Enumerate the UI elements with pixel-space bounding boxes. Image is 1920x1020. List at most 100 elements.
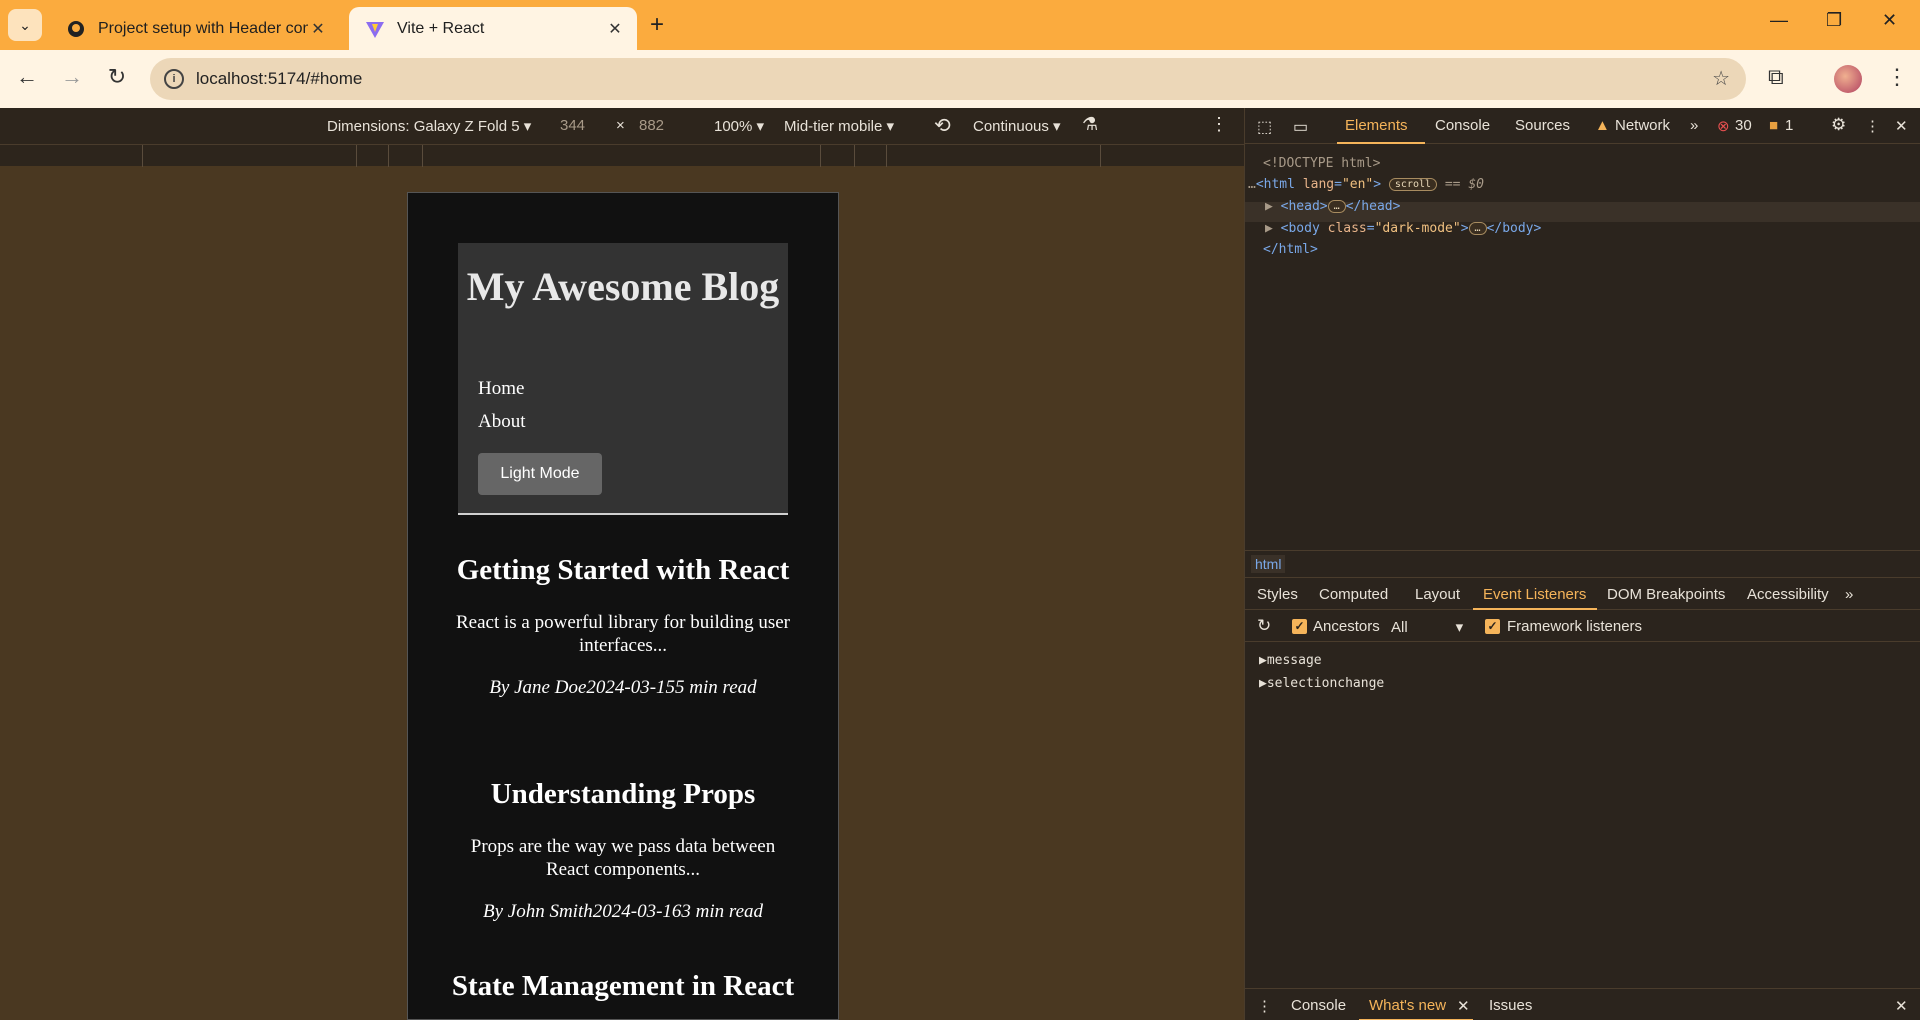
ancestors-checkbox[interactable]: ✓ <box>1292 619 1307 634</box>
inspect-element-icon[interactable]: ⬚ <box>1257 117 1272 137</box>
close-drawer-icon[interactable]: ✕ <box>1895 997 1908 1015</box>
drawer-menu-icon[interactable]: ⋮ <box>1257 997 1272 1015</box>
settings-gear-icon[interactable]: ⚙ <box>1831 115 1846 135</box>
listener-item[interactable]: ▶message <box>1259 653 1322 668</box>
framework-listeners-checkbox[interactable]: ✓ <box>1485 619 1500 634</box>
address-bar[interactable]: i localhost:5174/#home ☆ <box>150 58 1746 100</box>
device-toolbar: Dimensions: Galaxy Z Fold 5 ▾ 344 × 882 … <box>0 108 1244 144</box>
site-info-icon[interactable]: i <box>164 69 184 89</box>
width-input[interactable]: 344 <box>560 117 585 134</box>
tab-dom-breakpoints[interactable]: DOM Breakpoints <box>1607 586 1725 603</box>
tab-layout[interactable]: Layout <box>1415 586 1460 603</box>
site-header: My Awesome Blog Home About Light Mode <box>458 243 788 515</box>
expand-triangle-icon: ▶ <box>1265 199 1273 214</box>
back-icon[interactable]: ← <box>12 64 42 90</box>
menu-icon[interactable]: ⋮ <box>1886 64 1908 90</box>
tab-github[interactable]: Project setup with Header comp ✕ <box>50 7 340 50</box>
media-query-ruler <box>0 144 1244 167</box>
listener-type-select[interactable]: All ▾ <box>1391 618 1463 636</box>
device-viewport: My Awesome Blog Home About Light Mode Ge… <box>407 192 839 1020</box>
framework-listeners-label: Framework listeners <box>1507 618 1643 635</box>
tab-styles[interactable]: Styles <box>1257 586 1298 603</box>
tab-accessibility[interactable]: Accessibility <box>1747 586 1829 603</box>
tab-network[interactable]: Network <box>1615 117 1670 134</box>
flask-icon[interactable]: ⚗ <box>1082 114 1098 135</box>
restore-icon[interactable]: ❐ <box>1826 10 1842 31</box>
close-devtools-icon[interactable]: ✕ <box>1895 117 1908 135</box>
error-count[interactable]: 30 <box>1735 117 1752 134</box>
post-excerpt: React is a powerful library for building… <box>456 612 790 656</box>
url-text[interactable]: localhost:5174/#home <box>196 69 362 89</box>
throttle-select[interactable]: Mid-tier mobile ▾ <box>784 117 894 135</box>
tab-strip: ⌄ Project setup with Header comp ✕ Vite … <box>0 0 1920 50</box>
blog-title: My Awesome Blog <box>466 264 780 309</box>
breadcrumb-html[interactable]: html <box>1251 555 1286 573</box>
more-tabs-icon[interactable]: » <box>1845 586 1853 603</box>
tab-title: Vite + React <box>397 19 485 37</box>
extensions-icon[interactable]: ⧉ <box>1768 64 1784 90</box>
html-close-node[interactable]: </html> <box>1263 242 1318 257</box>
expand-triangle-icon: ▶ <box>1259 653 1267 668</box>
tab-console[interactable]: Console <box>1435 117 1490 134</box>
breadcrumb: html <box>1245 550 1920 578</box>
doctype-node[interactable]: <!DOCTYPE html> <box>1263 156 1380 171</box>
post-meta: By Jane Doe2024-03-155 min read <box>489 677 757 698</box>
github-icon <box>66 19 86 39</box>
post-title[interactable]: State Management in React <box>448 969 798 1003</box>
scroll-badge[interactable]: scroll <box>1388 178 1438 191</box>
post-title[interactable]: Getting Started with React <box>448 553 798 587</box>
close-icon[interactable]: ✕ <box>605 19 625 39</box>
tab-search-button[interactable]: ⌄ <box>8 9 42 41</box>
more-tabs-icon[interactable]: » <box>1690 117 1698 134</box>
devtools-panel: ⬚ ▭ Elements Console Sources ▲ Network »… <box>1244 108 1920 1020</box>
refresh-icon[interactable]: ↻ <box>1257 616 1271 636</box>
html-node[interactable]: …<html lang="en"> scroll == $0 <box>1248 177 1484 192</box>
more-options-icon[interactable]: ⋮ <box>1210 114 1228 135</box>
drawer-tabbar: ⋮ Console What's new ✕ Issues ✕ <box>1245 988 1920 1020</box>
post-excerpt: Props are the way we pass data between R… <box>470 836 776 880</box>
error-icon: ⊗ <box>1717 118 1730 135</box>
tab-event-listeners[interactable]: Event Listeners <box>1483 586 1586 603</box>
height-input[interactable]: 882 <box>639 117 664 134</box>
device-toggle-icon[interactable]: ▭ <box>1293 117 1308 137</box>
nav-home-link[interactable]: Home <box>478 378 524 400</box>
tab-vite-react[interactable]: Vite + React ✕ <box>349 7 637 50</box>
listener-item[interactable]: ▶selectionchange <box>1259 676 1384 691</box>
forward-icon[interactable]: → <box>57 64 87 90</box>
chevron-down-icon: ⌄ <box>19 16 31 33</box>
light-mode-button[interactable]: Light Mode <box>478 453 602 495</box>
close-icon[interactable]: ✕ <box>1457 997 1470 1015</box>
rotate-icon[interactable]: ⟲ <box>934 113 951 138</box>
listener-filter-bar: ↻ ✓ Ancestors All ▾ ✓ Framework listeners <box>1245 610 1920 642</box>
close-icon[interactable]: ✕ <box>308 19 328 39</box>
browser-toolbar: ← → ↻ i localhost:5174/#home ☆ ⧉ ⋮ <box>0 50 1920 108</box>
tab-sources[interactable]: Sources <box>1515 117 1570 134</box>
blog-post: Getting Started with React React is a po… <box>448 553 798 699</box>
drawer-tab-console[interactable]: Console <box>1291 997 1346 1014</box>
zoom-select[interactable]: 100% ▾ <box>714 117 764 135</box>
post-meta: By John Smith2024-03-163 min read <box>482 901 764 922</box>
warning-count[interactable]: 1 <box>1785 117 1793 134</box>
mode-select[interactable]: Continuous ▾ <box>973 117 1061 135</box>
times-sign: × <box>616 117 625 134</box>
ancestors-label: Ancestors <box>1313 618 1380 635</box>
sidebar-tabs: Styles Computed Layout Event Listeners D… <box>1245 578 1920 610</box>
head-node[interactable]: ▶ <head>… </head> <box>1265 199 1400 214</box>
tab-elements[interactable]: Elements <box>1345 117 1408 134</box>
blog-post: State Management in React <box>448 969 798 1003</box>
close-window-icon[interactable]: ✕ <box>1882 10 1897 31</box>
post-title[interactable]: Understanding Props <box>448 777 798 811</box>
expand-triangle-icon: ▶ <box>1265 221 1273 236</box>
tab-computed[interactable]: Computed <box>1319 586 1388 603</box>
bookmark-star-icon[interactable]: ☆ <box>1712 66 1730 91</box>
drawer-tab-issues[interactable]: Issues <box>1489 997 1532 1014</box>
devtools-menu-icon[interactable]: ⋮ <box>1865 117 1880 135</box>
reload-icon[interactable]: ↻ <box>102 64 132 90</box>
new-tab-icon[interactable]: + <box>650 11 664 39</box>
minimize-icon[interactable]: — <box>1770 10 1788 31</box>
nav-about-link[interactable]: About <box>478 411 526 433</box>
profile-avatar[interactable] <box>1834 65 1862 93</box>
drawer-tab-whats-new[interactable]: What's new <box>1369 997 1446 1014</box>
body-node[interactable]: ▶ <body class="dark-mode">… </body> <box>1265 221 1541 236</box>
dimensions-select[interactable]: Dimensions: Galaxy Z Fold 5 ▾ <box>327 117 531 135</box>
